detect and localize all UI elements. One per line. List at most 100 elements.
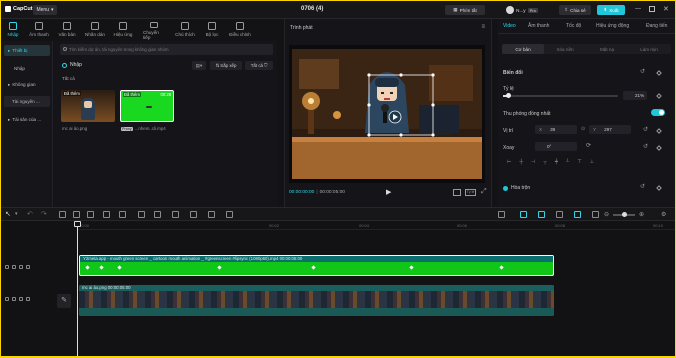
playhead[interactable] [77, 221, 78, 356]
align-extra-icon[interactable]: ⊤ [577, 159, 581, 165]
timeline-panel[interactable]: 00:00 00:02 00:04 00:06 00:08 00:10 ✎ Y2… [1, 221, 675, 356]
audio-icon[interactable] [26, 265, 30, 269]
menu-button[interactable]: Menu ▾ [33, 5, 57, 15]
nav-import[interactable]: Nhập [4, 63, 50, 74]
keyframe-marker[interactable] [99, 265, 104, 270]
tool-sticker[interactable]: Nhãn dán [84, 20, 106, 40]
undo-icon[interactable]: ↶ [27, 210, 33, 218]
tool-adjust[interactable]: Điều chỉnh [229, 20, 251, 40]
tool-filter[interactable]: Bộ lọc [201, 20, 223, 40]
align-center-v-icon[interactable]: ┿ [555, 159, 558, 165]
select-dropdown-icon[interactable]: ▾ [15, 211, 18, 217]
ratio-button[interactable]: Tỷ lệ [465, 189, 476, 196]
crop-icon[interactable] [208, 211, 215, 218]
tab-animation[interactable]: Hiệu ứng động [596, 23, 629, 29]
green-screen-clip[interactable]: Y2meta.app - mouth green screen _ cartoo… [79, 255, 554, 276]
blend-section[interactable]: Hòa trộn [503, 185, 530, 191]
align-top-icon[interactable]: ┬ [543, 159, 547, 165]
link-clips-icon[interactable] [556, 211, 563, 218]
keyframe-marker[interactable] [311, 265, 316, 270]
view-toggle-button[interactable]: ▤▾ [192, 61, 206, 70]
align-right-icon[interactable]: ⊣ [531, 159, 535, 165]
scale-slider[interactable] [503, 93, 618, 98]
track-icon[interactable] [5, 297, 9, 301]
maximize-button[interactable] [649, 6, 655, 12]
keyframe-icon[interactable] [656, 145, 662, 151]
import-button[interactable]: Nhập [62, 62, 82, 68]
user-account[interactable]: N...y Pro [501, 5, 543, 15]
more-tools-icon[interactable] [226, 211, 233, 218]
align-center-h-icon[interactable]: ┼ [519, 159, 523, 165]
tab-video[interactable]: Video [503, 23, 516, 29]
scale-field[interactable]: 21% [623, 91, 647, 100]
main-track-magnet-icon[interactable] [520, 211, 527, 218]
auto-snap-icon[interactable] [538, 211, 545, 218]
align-extra2-icon[interactable]: ⊥ [590, 159, 594, 165]
lock-icon[interactable] [12, 265, 16, 269]
eye-icon[interactable] [19, 297, 23, 301]
zoom-slider-handle[interactable] [622, 212, 627, 217]
keyframe-icon[interactable] [656, 70, 662, 76]
export-button[interactable]: ⬆ Xuất [597, 5, 625, 15]
tool-effects[interactable]: Hiệu ứng [112, 20, 134, 40]
keyframe-icon[interactable] [656, 128, 662, 134]
subtab-remove-bg[interactable]: Xóa nền [544, 44, 586, 54]
play-button[interactable]: ▶ [386, 188, 391, 196]
share-button[interactable]: ⇪ Chia sẻ [559, 5, 591, 15]
zoom-in-icon[interactable]: ⊕ [639, 211, 644, 218]
timeline-settings-icon[interactable]: ⚙ [661, 211, 666, 218]
split-left-icon[interactable] [73, 211, 80, 218]
tab-tracking[interactable]: Đang tiến [646, 23, 667, 29]
zoom-slider[interactable] [613, 212, 635, 217]
audio-icon[interactable] [26, 297, 30, 301]
subtab-mask[interactable]: Mặt nạ [586, 44, 628, 54]
preview-axis-icon[interactable] [574, 211, 581, 218]
reset-icon[interactable]: ↺ [640, 183, 645, 190]
blend-checkbox[interactable] [503, 185, 508, 191]
redo-icon[interactable]: ↷ [41, 210, 47, 218]
subtab-basic[interactable]: Cơ bản [502, 44, 544, 54]
fit-screen-button[interactable] [453, 189, 461, 196]
rotate-icon[interactable]: ⟳ [586, 142, 591, 149]
reset-icon[interactable]: ↺ [643, 126, 648, 133]
tool-caption[interactable]: Chú thích [174, 20, 196, 40]
zoom-out-icon[interactable]: ⊖ [604, 211, 609, 218]
tool-transition[interactable]: Chuyển tiếp [143, 20, 165, 40]
track-icon[interactable] [5, 265, 9, 269]
shortcuts-button[interactable]: ▦ Phím tắt [445, 5, 485, 15]
tool-audio[interactable]: Âm thanh [28, 20, 50, 40]
rotate-field[interactable]: 0° [535, 142, 577, 151]
media-item-image[interactable]: Đã thêm [61, 90, 115, 122]
nav-team-resources[interactable]: Tài nguyên ... [4, 96, 50, 107]
close-button[interactable]: ✕ [663, 5, 669, 13]
keyframe-icon[interactable] [656, 93, 662, 99]
tab-audio[interactable]: Âm thanh [528, 23, 549, 29]
nav-device[interactable]: ▸ Thiết bị [4, 45, 50, 56]
keyframe-marker[interactable] [409, 265, 414, 270]
align-bottom-icon[interactable]: ┴ [566, 159, 570, 165]
rotate-clip-icon[interactable] [172, 211, 179, 218]
filter-button[interactable]: Tất cả ⛉ [245, 61, 273, 70]
media-item-video[interactable]: Đã thêm 00:28 [120, 90, 174, 122]
keyframe-marker[interactable] [499, 265, 504, 270]
zoom-fit-icon[interactable] [592, 211, 599, 218]
align-left-icon[interactable]: ⊢ [507, 159, 511, 165]
keyframe-marker[interactable] [85, 265, 90, 270]
freeze-icon[interactable] [119, 211, 126, 218]
split-right-icon[interactable] [87, 211, 94, 218]
reset-icon[interactable]: ↺ [640, 68, 645, 75]
keyframe-icon[interactable] [656, 185, 662, 191]
reset-icon[interactable]: ↺ [643, 143, 648, 150]
microphone-icon[interactable] [498, 211, 505, 218]
cover-button[interactable]: ✎ [57, 294, 71, 308]
scale-slider-handle[interactable] [506, 93, 511, 98]
playhead-handle[interactable] [74, 221, 81, 227]
tool-text[interactable]: Văn bản [56, 20, 78, 40]
video-viewport[interactable] [289, 45, 485, 183]
subtab-smooth[interactable]: Làm mịn [628, 44, 670, 54]
position-y-field[interactable]: Y 297 [589, 125, 631, 134]
select-tool-icon[interactable]: ↖ [5, 210, 11, 218]
keyframe-marker[interactable] [117, 265, 122, 270]
link-icon[interactable]: ⊙ [581, 126, 585, 132]
nav-my-assets[interactable]: ▸ Tài sản của ... [4, 114, 50, 125]
